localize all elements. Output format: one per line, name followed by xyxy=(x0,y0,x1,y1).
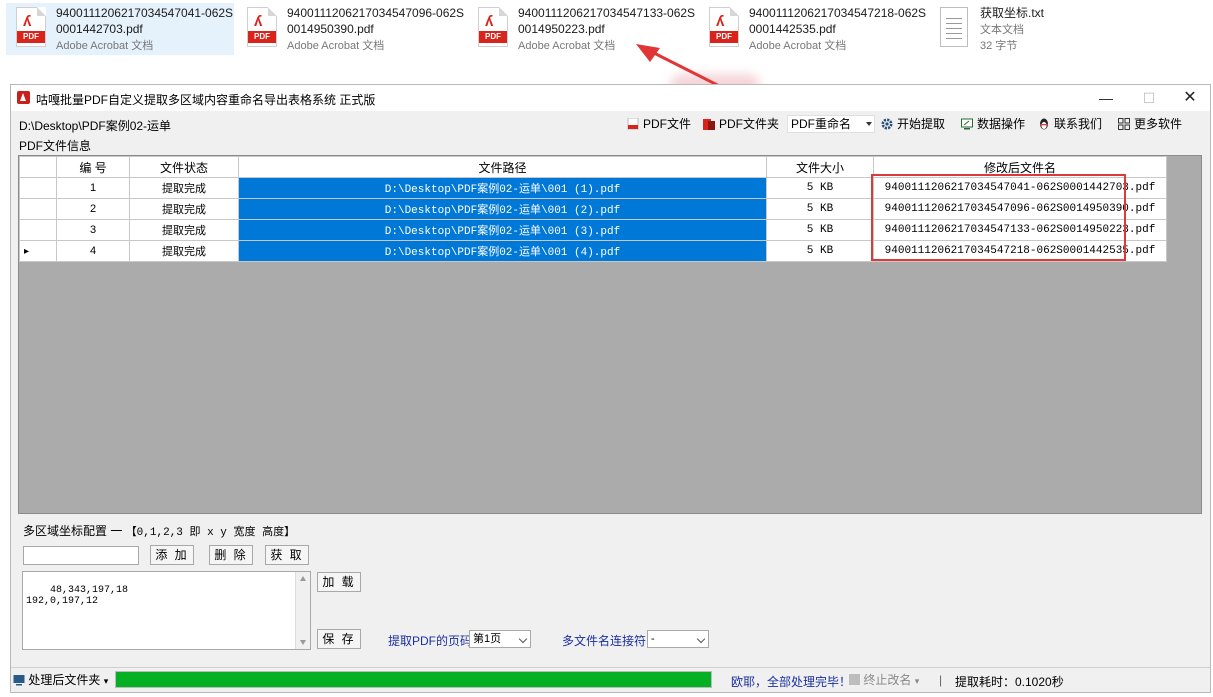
scroll-up-icon[interactable] xyxy=(300,576,306,581)
start-extract-button[interactable]: 开始提取 xyxy=(881,115,945,133)
toolbar: D:\Desktop\PDF案例02-运单 PDF文件 PDF文件夹 PDF重命… xyxy=(11,113,1210,135)
save-button[interactable]: 保 存 xyxy=(317,629,361,649)
row-header[interactable] xyxy=(19,198,57,220)
status-separator: | xyxy=(939,673,943,687)
minimize-button[interactable]: — xyxy=(1091,87,1121,109)
cell-path[interactable]: D:\Desktop\PDF案例02-运单\001 (4).pdf xyxy=(238,240,767,262)
column-header[interactable]: 文件状态 xyxy=(129,156,239,178)
grid-group-title: PDF文件信息 xyxy=(19,139,92,153)
chevron-down-icon: ▾ xyxy=(103,676,109,686)
checkbox-icon xyxy=(849,674,860,685)
highlight-box xyxy=(871,174,1126,261)
scroll-down-icon[interactable] xyxy=(300,640,306,645)
load-button[interactable]: 加 载 xyxy=(317,572,361,592)
cell-no[interactable]: 3 xyxy=(56,219,130,241)
gear-icon xyxy=(881,118,893,130)
coords-text: 48,343,197,18 192,0,197,12 xyxy=(26,585,129,607)
title-bar: 咕嘎批量PDF自定义提取多区域内容重命名导出表格系统 正式版 — ☐ ✕ xyxy=(11,85,1210,111)
cell-no[interactable]: 4 xyxy=(56,240,130,262)
cell-path[interactable]: D:\Desktop\PDF案例02-运单\001 (3).pdf xyxy=(238,219,767,241)
cell-status[interactable]: 提取完成 xyxy=(129,177,239,199)
page-label: 提取PDF的页码 xyxy=(388,634,473,648)
row-header[interactable] xyxy=(19,177,57,199)
status-message: 欧耶，全部处理完毕！ xyxy=(731,675,852,689)
pdf-icon xyxy=(627,118,639,130)
output-folder-button[interactable]: 处理后文件夹 ▾ xyxy=(13,671,108,688)
data-ops-button[interactable]: 数据操作 xyxy=(961,115,1025,133)
coords-list[interactable]: 48,343,197,18 192,0,197,12 xyxy=(22,571,311,650)
monitor-icon xyxy=(13,675,25,686)
cell-size[interactable]: 5 KB xyxy=(766,177,874,199)
chevron-down-icon xyxy=(696,634,706,644)
more-software-button[interactable]: 更多软件 xyxy=(1118,115,1182,133)
column-header[interactable]: 文件路径 xyxy=(238,156,767,178)
stop-rename-button[interactable]: 终止改名 ▾ xyxy=(849,671,919,688)
joiner-select[interactable]: - xyxy=(647,630,709,648)
pdf-file-button[interactable]: PDF文件 xyxy=(627,115,691,133)
cell-path[interactable]: D:\Desktop\PDF案例02-运单\001 (1).pdf xyxy=(238,177,767,199)
grid-icon xyxy=(1118,118,1130,130)
scrollbar[interactable] xyxy=(295,572,310,649)
column-header[interactable]: 编 号 xyxy=(56,156,130,178)
close-button[interactable]: ✕ xyxy=(1175,87,1205,109)
contact-button[interactable]: 联系我们 xyxy=(1038,115,1102,133)
config-title: 多区域坐标配置 一 【0,1,2,3 即 x y 宽度 高度】 xyxy=(23,524,296,539)
cell-status[interactable]: 提取完成 xyxy=(129,240,239,262)
screen-edit-icon xyxy=(961,118,973,130)
app-window: 咕嘎批量PDF自定义提取多区域内容重命名导出表格系统 正式版 — ☐ ✕ D:\… xyxy=(10,84,1211,693)
mode-select[interactable]: PDF重命名 xyxy=(787,115,875,133)
add-button[interactable]: 添 加 xyxy=(150,545,194,565)
cell-no[interactable]: 1 xyxy=(56,177,130,199)
cell-status[interactable]: 提取完成 xyxy=(129,198,239,220)
row-header[interactable]: ▸ xyxy=(19,240,57,262)
row-header[interactable] xyxy=(19,219,57,241)
pdf-folder-icon xyxy=(703,119,715,130)
maximize-button[interactable]: ☐ xyxy=(1134,87,1164,109)
coord-input[interactable] xyxy=(23,546,139,565)
chevron-down-icon xyxy=(866,122,872,126)
cell-size[interactable]: 5 KB xyxy=(766,240,874,262)
cell-path[interactable]: D:\Desktop\PDF案例02-运单\001 (2).pdf xyxy=(238,198,767,220)
cell-size[interactable]: 5 KB xyxy=(766,219,874,241)
progress-bar xyxy=(115,671,712,688)
pdf-folder-button[interactable]: PDF文件夹 xyxy=(703,115,779,133)
column-header[interactable]: 文件大小 xyxy=(766,156,874,178)
delete-button[interactable]: 删 除 xyxy=(209,545,253,565)
page-select[interactable]: 第1页 xyxy=(469,630,531,648)
elapsed-time: 提取耗时：0.1020秒 xyxy=(955,675,1064,689)
cell-size[interactable]: 5 KB xyxy=(766,198,874,220)
window-title: 咕嘎批量PDF自定义提取多区域内容重命名导出表格系统 正式版 xyxy=(36,93,376,107)
joiner-label: 多文件名连接符 xyxy=(562,634,647,648)
penguin-icon xyxy=(1040,118,1048,130)
progress-fill xyxy=(116,672,711,687)
get-button[interactable]: 获 取 xyxy=(265,545,309,565)
cell-no[interactable]: 2 xyxy=(56,198,130,220)
app-logo-icon xyxy=(17,91,30,104)
current-path: D:\Desktop\PDF案例02-运单 xyxy=(19,119,172,133)
status-bar: 处理后文件夹 ▾ 欧耶，全部处理完毕！ 终止改名 ▾ | 提取耗时：0.1020… xyxy=(11,667,1210,692)
chevron-down-icon: ▾ xyxy=(914,676,920,686)
chevron-down-icon xyxy=(518,634,528,644)
row-header-corner xyxy=(19,156,57,178)
cell-status[interactable]: 提取完成 xyxy=(129,219,239,241)
row-indicator-icon: ▸ xyxy=(24,245,30,257)
